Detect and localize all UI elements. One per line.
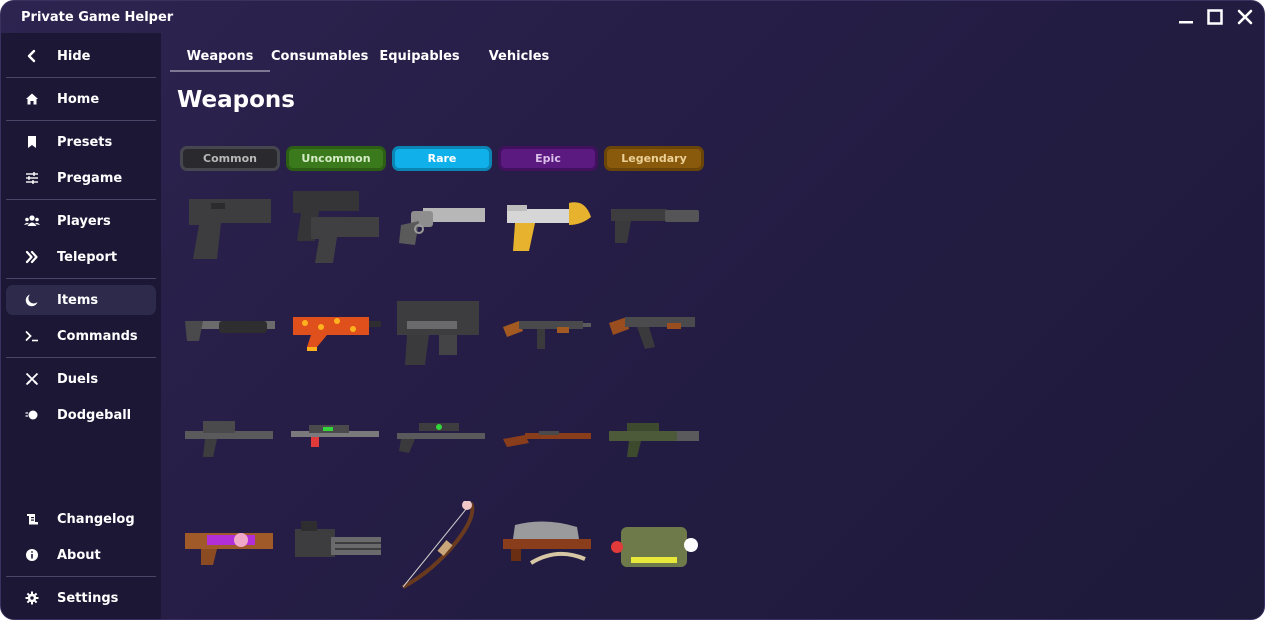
sidebar-item-label: Home [57, 91, 100, 107]
sidebar-divider [6, 576, 156, 577]
active-tab-indicator [170, 70, 270, 72]
gear-icon [24, 590, 40, 606]
sidebar-item-label: Commands [57, 328, 138, 344]
sidebar-item-items[interactable]: Items [6, 285, 156, 315]
double-chevron-right-icon [24, 249, 40, 265]
rarity-common-button[interactable]: Common [180, 146, 280, 171]
sidebar-divider [6, 278, 156, 279]
tab-vehicles[interactable]: Vehicles [479, 49, 559, 75]
revolver-icon[interactable] [393, 181, 489, 277]
eagle-pistol-icon[interactable] [499, 181, 595, 277]
lava-smg-icon[interactable] [287, 291, 383, 387]
sidebar-item-home[interactable]: Home [6, 84, 156, 114]
scroll-icon [24, 511, 40, 527]
sidebar-item-duels[interactable]: Duels [6, 364, 156, 394]
sidebar-item-commands[interactable]: Commands [6, 321, 156, 351]
hunting-rifle-icon[interactable] [499, 401, 595, 497]
sidebar-item-label: Teleport [57, 249, 118, 265]
sidebar-item-label: Settings [57, 590, 119, 606]
sidebar-item-label: Duels [57, 371, 99, 387]
bow-icon[interactable] [393, 500, 489, 597]
pistol-icon[interactable] [181, 181, 277, 277]
rarity-legendary-button[interactable]: Legendary [604, 146, 704, 171]
sidebar-item-label: Items [57, 292, 99, 308]
app-title: Private Game Helper [21, 10, 174, 25]
sidebar-item-label: Presets [57, 134, 113, 150]
sidebar-divider [6, 199, 156, 200]
maximize-icon [1207, 9, 1223, 25]
minimize-button[interactable] [1176, 7, 1196, 27]
close-icon [1237, 9, 1253, 25]
sidebar-item-label: Pregame [57, 170, 123, 186]
minimize-icon [1179, 21, 1193, 24]
sidebar-divider [6, 120, 156, 121]
m4-rifle-icon[interactable] [181, 401, 277, 497]
close-button[interactable] [1235, 7, 1255, 27]
ak-rifle-icon[interactable] [605, 291, 701, 387]
shotgun-icon[interactable] [181, 291, 277, 387]
sidebar-item-pregame[interactable]: Pregame [6, 163, 156, 193]
tab-consumables[interactable]: Consumables [271, 49, 368, 75]
crossbow-icon[interactable] [499, 501, 595, 597]
silenced-pistol-icon[interactable] [605, 181, 701, 277]
crossed-swords-icon [24, 371, 40, 387]
rarity-uncommon-button[interactable]: Uncommon [286, 146, 386, 171]
page-title: Weapons [177, 87, 295, 113]
sidebar: Hide Home Presets Pregame Players Telepo… [1, 33, 161, 619]
minigun-icon[interactable] [287, 501, 383, 597]
rarity-rare-button[interactable]: Rare [392, 146, 492, 171]
ball-icon [24, 407, 40, 423]
sidebar-item-presets[interactable]: Presets [6, 127, 156, 157]
users-icon [24, 213, 40, 229]
info-icon [24, 547, 40, 563]
sidebar-item-label: Players [57, 213, 111, 229]
tommy-gun-icon[interactable] [499, 291, 595, 387]
rpg-launcher-icon[interactable] [605, 501, 701, 597]
sidebar-item-label: Hide [57, 48, 91, 64]
sidebar-item-changelog[interactable]: Changelog [6, 504, 156, 534]
sidebar-divider [6, 357, 156, 358]
sidebar-item-dodgeball[interactable]: Dodgeball [6, 400, 156, 430]
sidebar-item-about[interactable]: About [6, 540, 156, 570]
home-icon [24, 91, 40, 107]
terminal-icon [24, 328, 40, 344]
sidebar-item-label: Changelog [57, 511, 135, 527]
plasma-gun-icon[interactable] [181, 501, 277, 597]
sidebar-item-players[interactable]: Players [6, 206, 156, 236]
sidebar-item-label: About [57, 547, 101, 563]
grenade-launcher-icon[interactable] [393, 291, 489, 387]
sidebar-item-hide[interactable]: Hide [6, 41, 156, 71]
suppressed-rifle-icon[interactable] [605, 401, 701, 497]
bookmark-icon [24, 134, 40, 150]
app-window: Private Game Helper Hide Home Presets Pr… [0, 0, 1265, 620]
rarity-epic-button[interactable]: Epic [498, 146, 598, 171]
maximize-button[interactable] [1205, 7, 1225, 27]
moon-icon [24, 292, 40, 308]
title-bar[interactable]: Private Game Helper [1, 1, 1264, 33]
laser-sniper-icon[interactable] [287, 401, 383, 497]
sidebar-item-label: Dodgeball [57, 407, 132, 423]
dual-pistols-icon[interactable] [287, 181, 383, 277]
sidebar-divider [6, 77, 156, 78]
sidebar-item-teleport[interactable]: Teleport [6, 242, 156, 272]
sliders-icon [24, 170, 40, 186]
chevron-left-icon [24, 48, 40, 64]
scoped-rifle-icon[interactable] [393, 401, 489, 497]
sidebar-item-settings[interactable]: Settings [6, 583, 156, 613]
tab-equipables[interactable]: Equipables [373, 49, 466, 75]
